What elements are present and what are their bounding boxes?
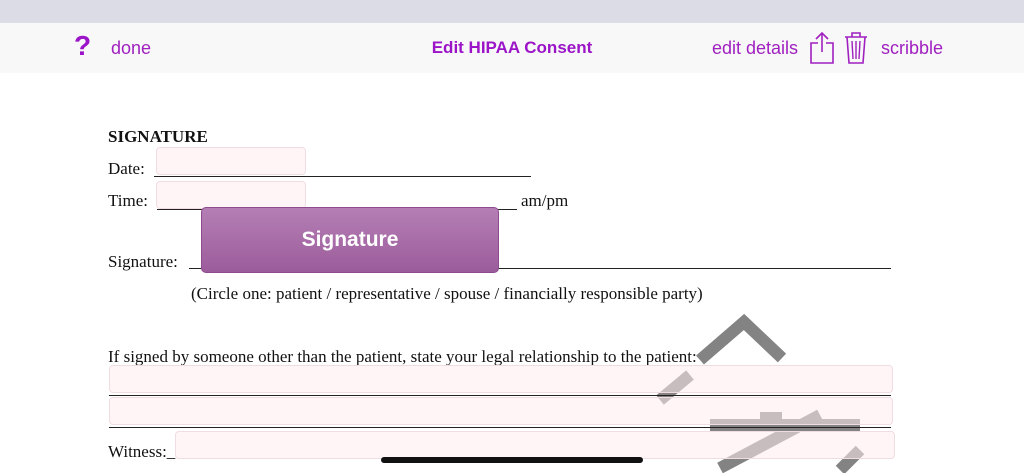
signature-label: Signature: xyxy=(108,252,178,271)
toolbar: ? done Edit HIPAA Consent edit details s… xyxy=(0,23,1024,73)
date-line xyxy=(154,176,531,177)
witness-field[interactable] xyxy=(175,431,895,459)
signature-button[interactable]: Signature xyxy=(201,207,499,273)
share-icon[interactable] xyxy=(809,31,835,65)
signature-button-label: Signature xyxy=(301,228,399,251)
help-icon[interactable]: ? xyxy=(74,31,91,61)
time-field[interactable] xyxy=(156,181,306,209)
scribble-button[interactable]: scribble xyxy=(881,37,943,59)
relationship-field-1[interactable] xyxy=(109,365,893,393)
relationship-prompt: If signed by someone other than the pati… xyxy=(108,347,697,366)
time-suffix: am/pm xyxy=(521,191,569,210)
time-label: Time: xyxy=(108,191,149,210)
relationship-line-1 xyxy=(109,395,891,396)
witness-label: Witness:_ xyxy=(108,442,176,461)
section-heading: SIGNATURE xyxy=(108,127,208,146)
status-bar xyxy=(0,0,1024,23)
date-field[interactable] xyxy=(156,147,306,175)
page-title: Edit HIPAA Consent xyxy=(431,38,593,57)
relationship-field-2[interactable] xyxy=(109,397,893,425)
trash-icon[interactable] xyxy=(843,31,869,65)
edit-details-button[interactable]: edit details xyxy=(712,37,798,59)
done-button[interactable]: done xyxy=(111,37,151,59)
relationship-line-2 xyxy=(109,427,891,428)
circle-note: (Circle one: patient / representative / … xyxy=(191,284,703,303)
date-label: Date: xyxy=(108,159,145,178)
home-indicator xyxy=(381,457,643,463)
